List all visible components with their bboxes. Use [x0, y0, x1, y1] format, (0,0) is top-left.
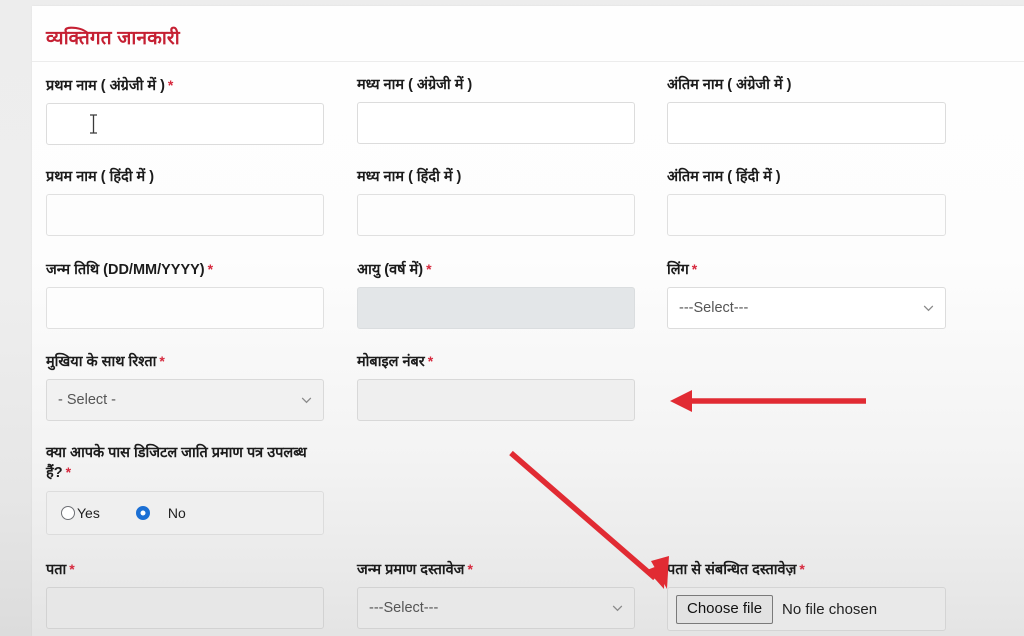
required-asterisk: *	[65, 464, 72, 481]
address-document-file-input[interactable]: Choose file No file chosen	[667, 587, 946, 632]
required-asterisk: *	[799, 561, 805, 577]
birth-document-select-wrapper: ---Select---	[357, 587, 635, 630]
age-input	[357, 287, 635, 330]
radio-circle-selected-icon	[135, 505, 150, 520]
label-text: पता	[46, 562, 67, 578]
label-text: अंतिम नाम ( अंग्रेजी में )	[667, 77, 792, 93]
mobile-number-input[interactable]	[357, 379, 635, 422]
label-text: मोबाइल नंबर	[357, 354, 425, 370]
required-asterisk: *	[467, 561, 473, 577]
label-text: आयु (वर्ष में)	[357, 262, 424, 278]
file-chosen-status: No file chosen	[782, 600, 878, 618]
radio-option-no[interactable]: No	[135, 504, 186, 521]
field-label-middle-name-hindi: मध्य नाम ( हिंदी में )	[357, 168, 635, 187]
field-label-gender: लिंग *	[667, 260, 946, 280]
field-label-first-name-hindi: प्रथम नाम ( हिंदी में )	[46, 168, 324, 187]
middle-name-english-input[interactable]	[357, 102, 635, 145]
first-name-english-input[interactable]	[46, 103, 324, 146]
required-asterisk: *	[69, 561, 75, 577]
required-asterisk: *	[207, 261, 214, 277]
label-text: प्रथम नाम ( अंग्रेजी में )	[46, 78, 165, 94]
address-input[interactable]	[46, 587, 324, 630]
form-row-dob-age-gender: जन्म तिथि (DD/MM/YYYY) * आयु (वर्ष में) * …	[46, 260, 1010, 352]
required-asterisk: *	[426, 261, 432, 277]
radio-label-no: No	[167, 504, 186, 521]
middle-name-hindi-input[interactable]	[357, 194, 635, 237]
label-text: पता से संबन्धित दस्तावेज़	[667, 562, 797, 578]
required-asterisk: *	[691, 261, 698, 277]
field-label-address-proof-document: पता से संबन्धित दस्तावेज़ *	[667, 560, 946, 580]
label-text: जन्म तिथि (DD/MM/YYYY)	[46, 262, 205, 278]
field-label-age: आयु (वर्ष में) *	[357, 260, 635, 280]
required-asterisk: *	[427, 353, 434, 369]
card-header: व्यक्तिगत जानकारी	[32, 6, 1024, 62]
field-digital-caste-certificate: क्या आपके पास डिजिटल जाति प्रमाण पत्र उप…	[46, 444, 324, 535]
required-asterisk: *	[167, 77, 174, 93]
radio-option-yes[interactable]: Yes	[61, 505, 100, 521]
radio-label-yes: Yes	[77, 504, 100, 521]
field-first-name-hindi: प्रथम नाम ( हिंदी में )	[46, 168, 324, 237]
label-text: मध्य नाम ( हिंदी में )	[357, 169, 462, 185]
field-first-name-english: प्रथम नाम ( अंग्रेजी में ) *	[46, 76, 324, 146]
form-row-names-english: प्रथम नाम ( अंग्रेजी में ) * मध्य नाम ( अ…	[46, 76, 1010, 168]
field-label-digital-caste-certificate: क्या आपके पास डिजिटल जाति प्रमाण पत्र उप…	[46, 444, 324, 484]
field-last-name-english: अंतिम नाम ( अंग्रेजी में )	[667, 76, 946, 145]
field-label-relation-with-head: मुखिया के साथ रिश्ता *	[46, 352, 324, 372]
field-address-proof-document: पता से संबन्धित दस्तावेज़ * Choose file N…	[667, 560, 946, 632]
field-middle-name-english: मध्य नाम ( अंग्रेजी में )	[357, 76, 635, 145]
radio-circle-icon	[61, 505, 75, 520]
label-text: मुखिया के साथ रिश्ता	[46, 354, 157, 370]
relation-with-head-select[interactable]: - Select -	[46, 379, 324, 422]
last-name-hindi-input[interactable]	[667, 194, 946, 237]
first-name-hindi-input[interactable]	[46, 194, 324, 237]
label-text: लिंग	[667, 262, 689, 278]
gender-select-wrapper: ---Select---	[667, 287, 946, 330]
form-row-names-hindi: प्रथम नाम ( हिंदी में ) मध्य नाम ( हिंदी…	[46, 168, 1010, 260]
relation-select-wrapper: - Select -	[46, 379, 324, 422]
date-of-birth-input[interactable]	[46, 287, 324, 330]
form-row-address-documents: पता * जन्म प्रमाण दस्तावेज * ---Select---	[46, 560, 1010, 636]
field-label-first-name-english: प्रथम नाम ( अंग्रेजी में ) *	[46, 76, 324, 96]
form-row-digital-caste-certificate: क्या आपके पास डिजिटल जाति प्रमाण पत्र उप…	[46, 444, 1010, 554]
field-label-date-of-birth: जन्म तिथि (DD/MM/YYYY) *	[46, 260, 324, 280]
label-text: प्रथम नाम ( हिंदी में )	[46, 169, 155, 185]
field-last-name-hindi: अंतिम नाम ( हिंदी में )	[667, 168, 946, 237]
digital-caste-radio-group: Yes No	[46, 490, 324, 535]
field-label-middle-name-english: मध्य नाम ( अंग्रेजी में )	[357, 76, 635, 95]
form-body: प्रथम नाम ( अंग्रेजी में ) * मध्य नाम ( अ…	[32, 62, 1024, 636]
field-label-birth-proof-document: जन्म प्रमाण दस्तावेज *	[357, 560, 635, 580]
page-title: व्यक्तिगत जानकारी	[46, 28, 180, 49]
field-label-address: पता *	[46, 560, 324, 580]
field-label-mobile-number: मोबाइल नंबर *	[357, 352, 635, 372]
field-date-of-birth: जन्म तिथि (DD/MM/YYYY) *	[46, 260, 324, 330]
birth-proof-document-select[interactable]: ---Select---	[357, 587, 635, 630]
label-text: जन्म प्रमाण दस्तावेज	[357, 562, 465, 578]
required-asterisk: *	[159, 353, 165, 369]
label-text: क्या आपके पास डिजिटल जाति प्रमाण पत्र उप…	[46, 445, 307, 482]
field-birth-proof-document: जन्म प्रमाण दस्तावेज * ---Select---	[357, 560, 635, 630]
field-label-last-name-hindi: अंतिम नाम ( हिंदी में )	[667, 168, 946, 187]
choose-file-button[interactable]: Choose file	[676, 594, 774, 624]
field-gender: लिंग * ---Select---	[667, 260, 946, 330]
personal-information-card: व्यक्तिगत जानकारी प्रथम नाम ( अंग्रेजी म…	[32, 6, 1024, 636]
field-mobile-number: मोबाइल नंबर *	[357, 352, 635, 422]
label-text: मध्य नाम ( अंग्रेजी में )	[357, 77, 473, 93]
form-row-relation-mobile: मुखिया के साथ रिश्ता * - Select - मोबाइल …	[46, 352, 1010, 444]
field-age: आयु (वर्ष में) *	[357, 260, 635, 330]
field-label-last-name-english: अंतिम नाम ( अंग्रेजी में )	[667, 76, 946, 95]
label-text: अंतिम नाम ( हिंदी में )	[667, 169, 781, 185]
last-name-english-input[interactable]	[667, 102, 946, 145]
field-relation-with-head: मुखिया के साथ रिश्ता * - Select -	[46, 352, 324, 422]
field-address: पता *	[46, 560, 324, 630]
gender-select[interactable]: ---Select---	[667, 287, 946, 330]
field-middle-name-hindi: मध्य नाम ( हिंदी में )	[357, 168, 635, 237]
